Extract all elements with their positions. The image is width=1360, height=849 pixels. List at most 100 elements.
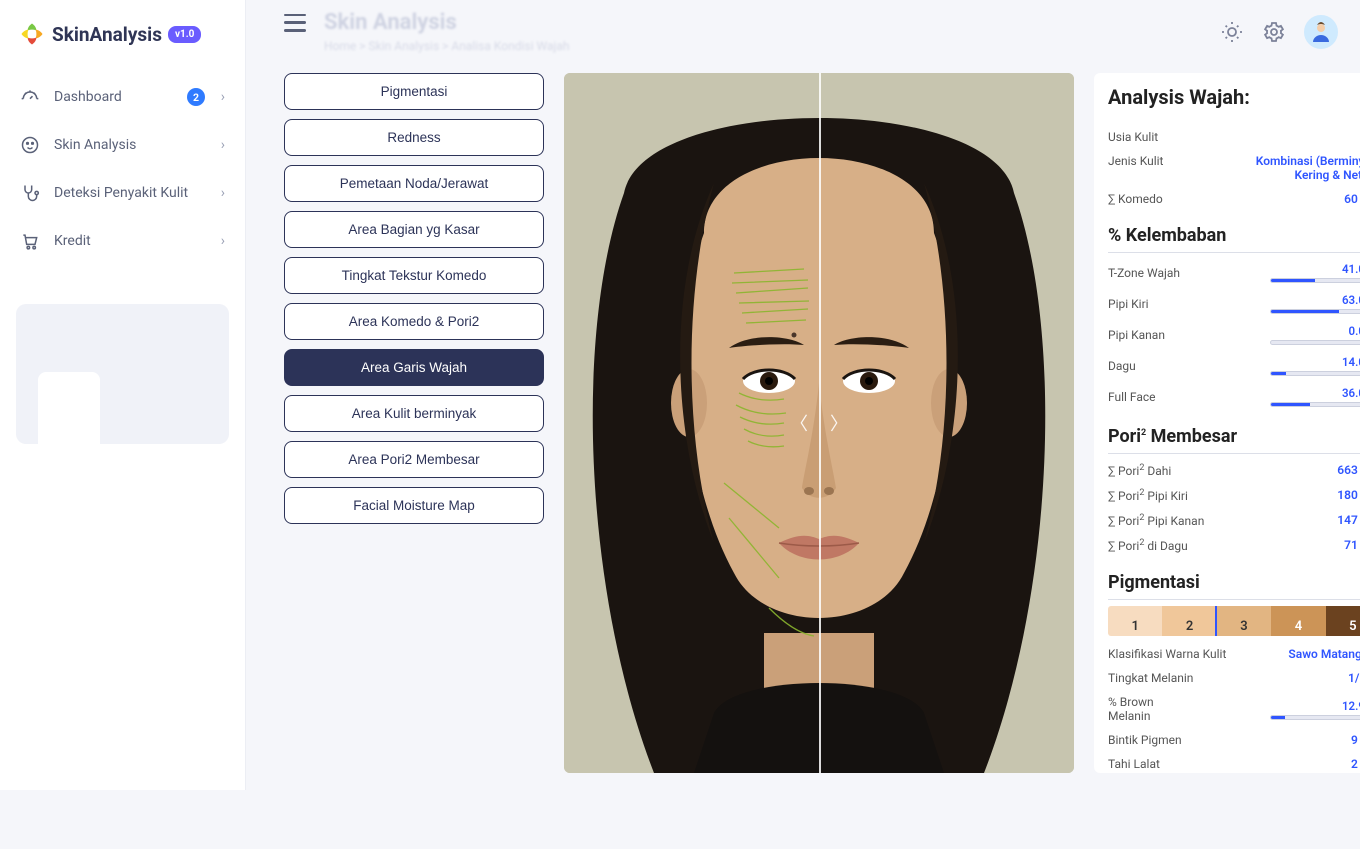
row-label: % Brown Melanin bbox=[1108, 695, 1198, 723]
brand-name: SkinAnalysis bbox=[52, 23, 162, 46]
progress-fill bbox=[1271, 372, 1286, 375]
row-value: 0.00% bbox=[1349, 324, 1360, 338]
row-value: 12.90% bbox=[1342, 699, 1360, 713]
page-title: Skin Analysis bbox=[324, 10, 457, 35]
row-value: 71 pcs bbox=[1344, 538, 1360, 552]
sidebar-item-label: Kredit bbox=[54, 233, 91, 249]
pigment-swatch[interactable]: 2 bbox=[1162, 606, 1216, 636]
chevron-right-icon: › bbox=[221, 233, 225, 249]
menu-toggle-icon[interactable] bbox=[284, 14, 306, 32]
promo-card bbox=[16, 304, 229, 444]
row-label: Full Face bbox=[1108, 390, 1198, 404]
progress-bar bbox=[1270, 278, 1360, 283]
melanin-row: % Brown Melanin 12.90% bbox=[1108, 690, 1360, 728]
bar-wrap: 0.00% bbox=[1208, 324, 1360, 345]
results-title: Analysis Wajah: bbox=[1108, 85, 1360, 109]
flower-logo-icon bbox=[18, 20, 46, 48]
sidebar-item-disease-detection[interactable]: Deteksi Penyakit Kulit › bbox=[10, 170, 235, 216]
section-heading-pores: Pori2 Membesar bbox=[1108, 426, 1360, 454]
sidebar-item-label: Skin Analysis bbox=[54, 137, 136, 153]
row-value: 60 pcs bbox=[1344, 192, 1360, 206]
row-label: Dagu bbox=[1108, 359, 1198, 373]
row-label: ∑ Pori2 di Dagu bbox=[1108, 538, 1188, 553]
pigment-swatches: 12345 bbox=[1108, 606, 1360, 636]
sidebar-item-dashboard[interactable]: Dashboard 2 › bbox=[10, 74, 235, 120]
row-label: Klasifikasi Warna Kulit bbox=[1108, 647, 1226, 661]
progress-bar bbox=[1270, 402, 1360, 407]
row-value: 41.00% bbox=[1342, 262, 1360, 276]
overview-row: Jenis KulitKombinasi (Berminyak, Kering … bbox=[1108, 149, 1360, 187]
overview-row: Usia Kulit27 bbox=[1108, 125, 1360, 149]
pigment-extra-row: Tahi Lalat 2 pcs bbox=[1108, 752, 1360, 773]
filter-button[interactable]: Area Komedo & Pori2 bbox=[284, 303, 544, 340]
row-value: Sawo Matang (3) bbox=[1288, 647, 1360, 661]
moisture-row: Pipi Kiri63.00% bbox=[1108, 288, 1360, 319]
compare-handle[interactable]: 〈 〉 bbox=[790, 410, 848, 436]
filter-button[interactable]: Area Kulit berminyak bbox=[284, 395, 544, 432]
content-grid: Pigmentasi Redness Pemetaan Noda/Jerawat Ar… bbox=[246, 73, 1360, 793]
main-area: Skin Analysis Home > Skin Analysis > Ana… bbox=[246, 0, 1360, 790]
filter-button[interactable]: Facial Moisture Map bbox=[284, 487, 544, 524]
moisture-row: Dagu 14.00% bbox=[1108, 350, 1360, 381]
moisture-row: Pipi Kanan 0.00% bbox=[1108, 319, 1360, 350]
theme-toggle-icon[interactable] bbox=[1220, 20, 1244, 44]
filter-button[interactable]: Area Garis Wajah bbox=[284, 349, 544, 386]
pores-row: ∑ Pori2 Pipi Kiri 180 pcs bbox=[1108, 483, 1360, 508]
overview-row: ∑ Komedo60 pcs bbox=[1108, 187, 1360, 211]
filter-button[interactable]: Pemetaan Noda/Jerawat bbox=[284, 165, 544, 202]
pigment-swatch[interactable]: 4 bbox=[1271, 606, 1325, 636]
progress-bar bbox=[1270, 371, 1360, 376]
gear-icon[interactable] bbox=[1262, 20, 1286, 44]
row-value: 180 pcs bbox=[1337, 488, 1360, 502]
version-badge: v1.0 bbox=[168, 26, 201, 43]
row-label: Tingkat Melanin bbox=[1108, 671, 1193, 685]
pigment-row: Tingkat Melanin1/100 bbox=[1108, 666, 1360, 690]
results-panel[interactable]: Analysis Wajah: Usia Kulit27Jenis KulitKo… bbox=[1094, 73, 1360, 773]
row-label: Jenis Kulit bbox=[1108, 154, 1163, 168]
image-compare-viewer[interactable]: 〈 〉 bbox=[564, 73, 1074, 773]
brand: SkinAnalysis v1.0 bbox=[10, 14, 235, 68]
row-value: 663 pcs bbox=[1337, 463, 1360, 477]
chevron-right-icon: › bbox=[221, 89, 225, 105]
topbar: Skin Analysis Home > Skin Analysis > Ana… bbox=[246, 0, 1360, 73]
filter-button[interactable]: Area Bagian yg Kasar bbox=[284, 211, 544, 248]
row-value: 9 pcs bbox=[1351, 733, 1360, 747]
row-label: ∑ Pori2 Pipi Kiri bbox=[1108, 488, 1188, 503]
filter-button[interactable]: Tingkat Tekstur Komedo bbox=[284, 257, 544, 294]
progress-bar bbox=[1270, 340, 1360, 345]
row-label: Tahi Lalat bbox=[1108, 757, 1160, 771]
avatar[interactable] bbox=[1304, 15, 1338, 49]
sidebar-badge: 2 bbox=[187, 88, 205, 106]
pigment-swatch[interactable]: 5 bbox=[1326, 606, 1360, 636]
user-avatar-icon bbox=[1309, 20, 1333, 44]
progress-fill bbox=[1271, 310, 1339, 313]
row-value: 36.00% bbox=[1342, 386, 1360, 400]
cart-icon bbox=[20, 231, 40, 251]
pigment-swatch[interactable]: 1 bbox=[1108, 606, 1162, 636]
filter-button[interactable]: Redness bbox=[284, 119, 544, 156]
sidebar-item-label: Deteksi Penyakit Kulit bbox=[54, 185, 188, 201]
progress-fill bbox=[1271, 279, 1315, 282]
sidebar-item-skin-analysis[interactable]: Skin Analysis › bbox=[10, 122, 235, 168]
pigment-swatch[interactable]: 3 bbox=[1217, 606, 1271, 636]
row-value: 14.00% bbox=[1342, 355, 1360, 369]
sidebar-nav: Dashboard 2 › Skin Analysis › Deteksi Pe… bbox=[10, 74, 235, 264]
section-heading-moisture: % Kelembaban bbox=[1108, 225, 1360, 253]
filter-list: Pigmentasi Redness Pemetaan Noda/Jerawat Ar… bbox=[284, 73, 544, 773]
sidebar-item-credit[interactable]: Kredit › bbox=[10, 218, 235, 264]
stethoscope-icon bbox=[20, 183, 40, 203]
sidebar: SkinAnalysis v1.0 Dashboard 2 › Skin Ana… bbox=[0, 0, 246, 790]
progress-fill bbox=[1271, 716, 1285, 719]
chevron-right-icon: 〉 bbox=[830, 410, 848, 436]
chevron-right-icon: › bbox=[221, 137, 225, 153]
row-value: 2 pcs bbox=[1351, 757, 1360, 771]
row-label: Usia Kulit bbox=[1108, 130, 1158, 144]
row-label: Pipi Kanan bbox=[1108, 328, 1198, 342]
breadcrumb: Home > Skin Analysis > Analisa Kondisi W… bbox=[324, 39, 569, 53]
bar-wrap: 12.90% bbox=[1208, 699, 1360, 720]
row-label: Pipi Kiri bbox=[1108, 297, 1198, 311]
pores-row: ∑ Pori2 Pipi Kanan147 pcs bbox=[1108, 508, 1360, 533]
filter-button[interactable]: Pigmentasi bbox=[284, 73, 544, 110]
face-icon bbox=[20, 135, 40, 155]
filter-button[interactable]: Area Pori2 Membesar bbox=[284, 441, 544, 478]
